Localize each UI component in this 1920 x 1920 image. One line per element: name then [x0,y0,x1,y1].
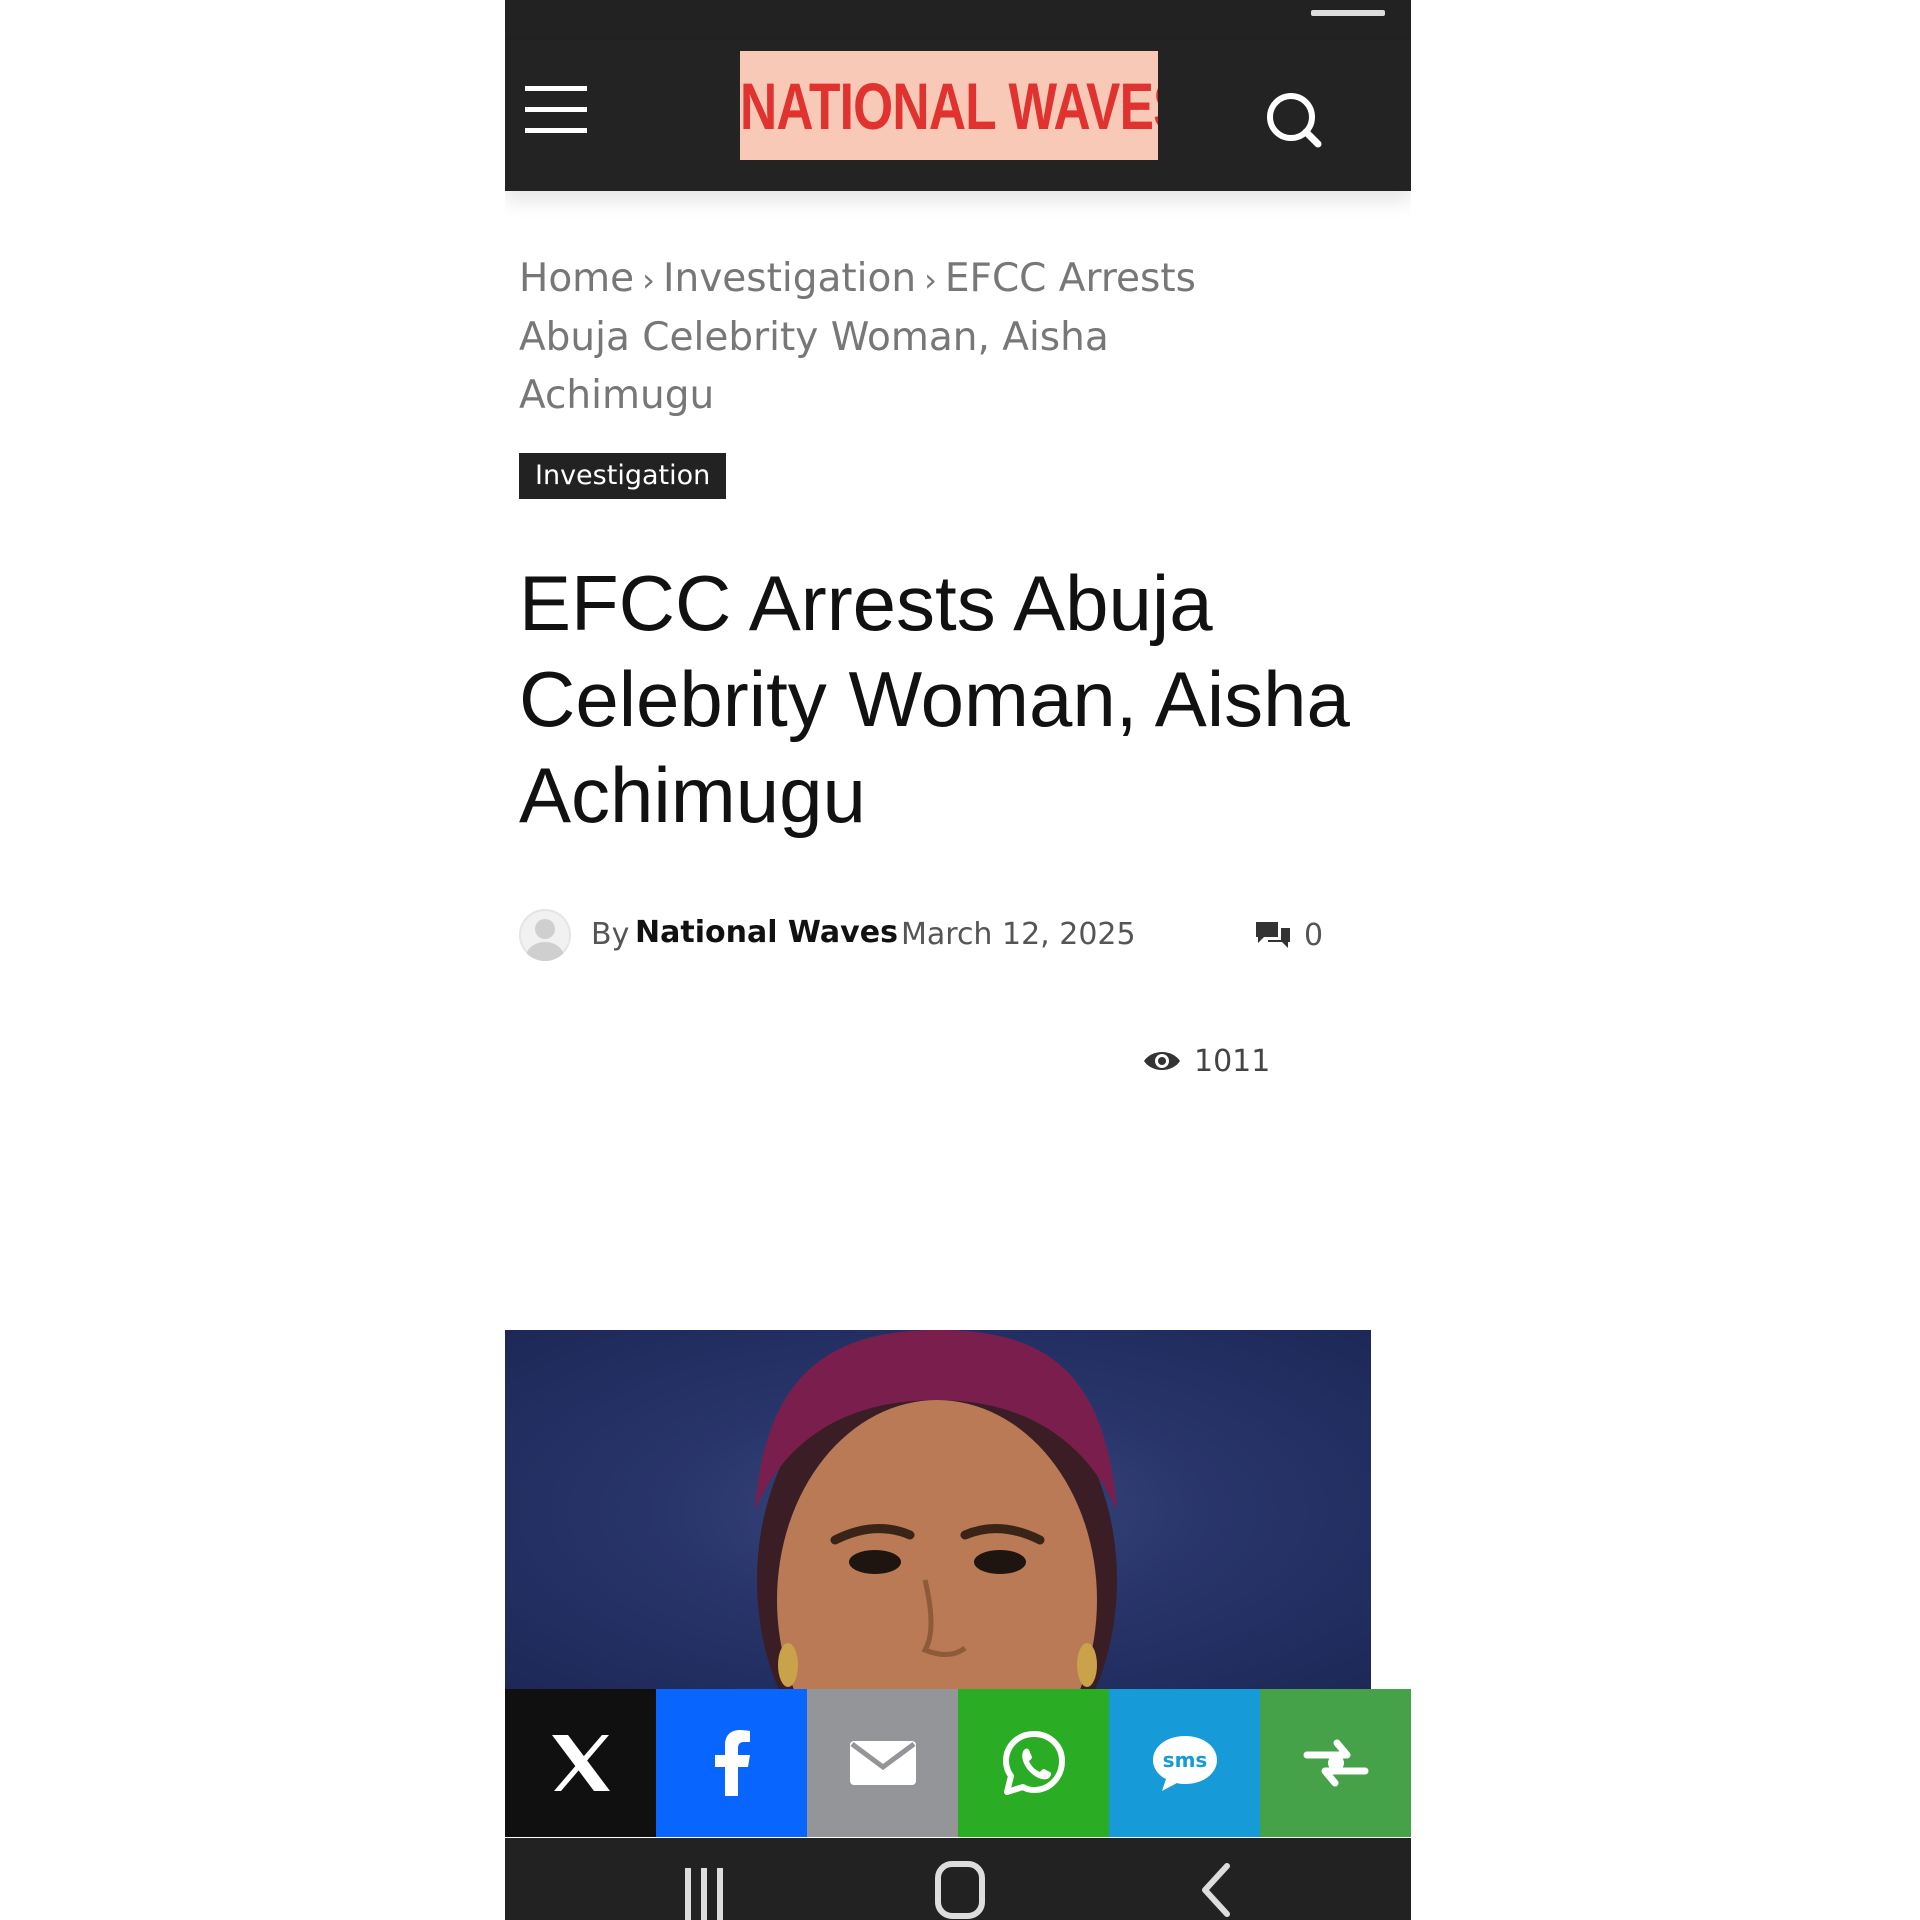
author-avatar[interactable] [519,909,571,961]
share-facebook-button[interactable] [656,1689,807,1837]
comments-link[interactable]: 0 [1254,915,1323,955]
share-sms-button[interactable]: sms [1109,1689,1260,1837]
by-label: By [591,917,630,952]
logo-text: NATIONAL WAVES [739,51,1158,160]
facebook-icon [714,1730,750,1796]
author-link[interactable]: National Waves [635,915,898,950]
views-counter: 1011 [1142,1037,1270,1085]
share-bar: sms [505,1689,1411,1837]
comments-count: 0 [1304,917,1324,953]
mobile-viewport: NATIONAL WAVES Home › Investigation › EFCC A… [505,0,1411,1920]
svg-text:sms: sms [1162,1748,1207,1772]
breadcrumb-section[interactable]: Investigation [663,256,916,301]
share-whatsapp-button[interactable] [958,1689,1109,1837]
system-nav-bar [505,1838,1411,1920]
sms-icon: sms [1152,1736,1217,1791]
breadcrumb-home[interactable]: Home [519,256,634,301]
back-icon[interactable] [1195,1858,1235,1920]
share-x-button[interactable] [505,1689,656,1837]
article-meta: By National Waves March 12, 2025 0 [519,907,1379,963]
comments-icon [1256,922,1290,948]
article-title: EFCC Arrests Abuja Celebrity Woman, Aish… [519,559,1350,839]
featured-image [505,1330,1371,1690]
user-icon [526,919,564,961]
x-icon [551,1735,610,1791]
status-bar [505,0,1411,40]
chevron-right-icon: › [642,261,655,299]
menu-icon[interactable] [525,86,589,134]
email-icon [849,1741,916,1785]
views-count: 1011 [1194,1043,1271,1079]
home-button-icon[interactable] [935,1858,985,1920]
breadcrumb: Home › Investigation › EFCC Arrests Abuja Ce… [519,250,1279,425]
publish-date: March 12, 2025 [901,917,1136,952]
site-header: NATIONAL WAVES [505,40,1411,191]
eye-icon [1144,1052,1180,1070]
share-more-button[interactable] [1260,1689,1411,1837]
category-tag[interactable]: Investigation [519,453,727,499]
site-logo[interactable]: NATIONAL WAVES [677,51,1158,160]
battery-icon [1311,10,1385,16]
chevron-right-icon: › [924,261,937,299]
recent-apps-icon[interactable] [683,1858,725,1920]
share-email-button[interactable] [807,1689,958,1837]
search-icon[interactable] [1265,90,1325,150]
whatsapp-icon [1002,1731,1065,1795]
more-share-icon [1303,1739,1368,1787]
